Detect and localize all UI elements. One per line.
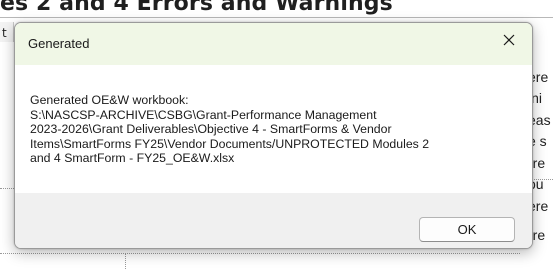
sheet-column-divider — [125, 253, 126, 269]
screen: es 2 and 4 Errors and Warnings t ere ini… — [0, 0, 553, 269]
dialog-body: Generated OE&W workbook: S:\NASCSP-ARCHI… — [15, 65, 532, 193]
sheet-heading: es 2 and 4 Errors and Warnings — [0, 0, 393, 16]
generated-dialog: Generated Generated OE&W workbook: S:\NA… — [14, 22, 533, 249]
message-line: 2023-2026\Grant Deliverables\Objective 4… — [30, 122, 392, 137]
sheet-bottom-row — [0, 248, 553, 269]
ok-button[interactable]: OK — [419, 217, 515, 242]
dialog-message: Generated OE&W workbook: S:\NASCSP-ARCHI… — [30, 93, 460, 166]
dialog-title: Generated — [28, 36, 90, 51]
message-line: S:\NASCSP-ARCHIVE\CSBG\Grant-Performance… — [30, 107, 377, 122]
message-line: and 4 SmartForm - FY25_OE&W.xlsx — [30, 151, 235, 166]
sheet-heading-rule — [0, 17, 553, 18]
sheet-left-gridline — [0, 188, 14, 189]
message-line: Generated OE&W workbook: — [30, 93, 189, 107]
sheet-left-fragment: t — [2, 26, 7, 40]
dialog-titlebar[interactable]: Generated — [15, 23, 532, 65]
dialog-footer: OK — [15, 193, 532, 248]
close-button[interactable] — [486, 23, 532, 57]
close-icon — [503, 34, 515, 46]
message-line: Items\SmartForms FY25\Vendor Documents/U… — [30, 136, 430, 151]
sheet-bottom-gridline — [0, 253, 520, 254]
